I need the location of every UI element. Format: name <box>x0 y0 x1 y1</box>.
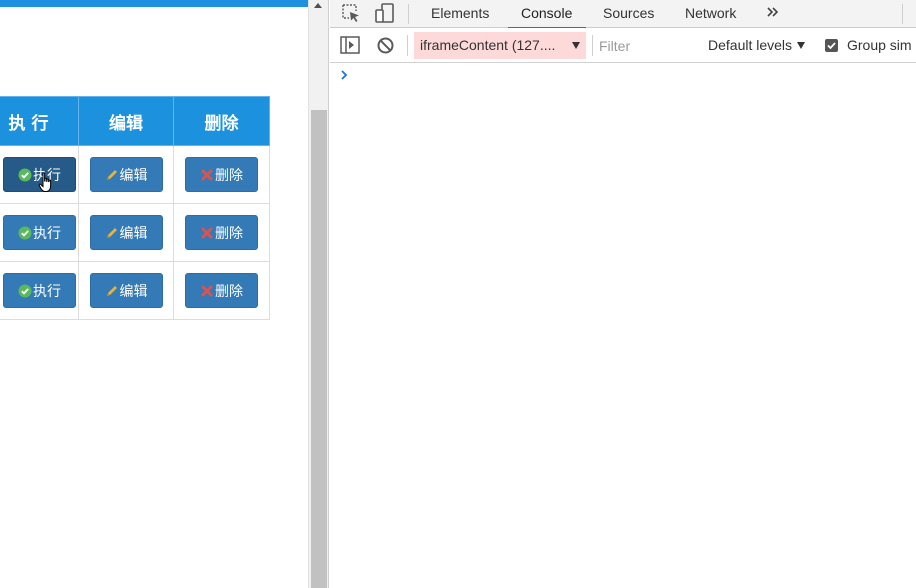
pencil-icon <box>106 227 117 238</box>
table-cell: 编辑 <box>78 261 174 320</box>
header-edit: 编辑 <box>78 96 174 146</box>
log-levels-label: Default levels <box>708 37 793 53</box>
pencil-icon <box>106 169 117 180</box>
table-cell: 执行 <box>0 145 79 204</box>
header-run: 执 行 <box>0 96 79 146</box>
delete-button[interactable]: 删除 <box>185 273 258 308</box>
table-cell: 删除 <box>173 261 270 320</box>
x-icon <box>201 227 213 238</box>
devtools-tab-bar: Elements Console Sources Network <box>330 0 916 29</box>
scrollbar-thumb[interactable] <box>311 110 327 588</box>
group-similar-toggle[interactable]: Group sim <box>825 28 912 63</box>
check-circle-icon <box>18 284 32 297</box>
page-top-bar <box>0 0 308 7</box>
devtools-panel: Elements Console Sources Network iframeC… <box>330 0 916 588</box>
device-toolbar-icon[interactable] <box>374 2 396 24</box>
tab-separator <box>408 4 409 24</box>
table-cell: 删除 <box>173 203 270 262</box>
group-similar-label: Group sim <box>847 37 912 53</box>
toolbar-separator <box>592 35 593 56</box>
edit-button[interactable]: 编辑 <box>89 215 163 250</box>
tab-network[interactable]: Network <box>685 0 736 28</box>
edit-button-label: 编辑 <box>119 167 148 184</box>
context-label: iframeContent (127.... <box>420 37 556 53</box>
run-button[interactable]: 执行 <box>3 157 76 192</box>
run-button-label: 执行 <box>33 225 61 242</box>
tab-separator <box>902 4 903 24</box>
table-cell: 编辑 <box>78 145 174 204</box>
table-row: 执行 编辑 删除 <box>0 203 270 262</box>
checkbox-checked-icon[interactable] <box>825 39 838 52</box>
table-row: 执行 编辑 删除 <box>0 261 270 320</box>
pencil-icon <box>106 285 117 296</box>
log-levels-dropdown[interactable]: Default levels <box>708 28 806 63</box>
check-circle-icon <box>18 168 32 181</box>
hand-cursor-icon <box>38 172 52 192</box>
sidebar-toggle-icon[interactable] <box>340 36 360 54</box>
table-cell: 执行 <box>0 203 79 262</box>
table-header-row: 执 行 编辑 删除 <box>0 96 270 146</box>
context-selector[interactable]: iframeContent (127.... <box>414 32 586 59</box>
edit-button[interactable]: 编辑 <box>89 273 163 308</box>
edit-button-label: 编辑 <box>119 225 148 242</box>
delete-button-label: 删除 <box>215 167 243 184</box>
delete-button-label: 删除 <box>215 225 243 242</box>
dropdown-arrow-icon <box>797 42 806 49</box>
console-toolbar: iframeContent (127.... Default levels Gr… <box>330 28 916 63</box>
inspect-element-icon[interactable] <box>341 3 361 23</box>
table-cell: 删除 <box>173 145 270 204</box>
run-button-label: 执行 <box>33 283 61 300</box>
table-cell: 执行 <box>0 261 79 320</box>
clear-console-icon[interactable] <box>377 37 394 54</box>
delete-button[interactable]: 删除 <box>185 157 258 192</box>
actions-table: 执 行 编辑 删除 执行 编辑 删除 执行 编辑 删除 执行 编辑 删除 <box>0 96 270 320</box>
delete-button-label: 删除 <box>215 283 243 300</box>
table-row: 执行 编辑 删除 <box>0 145 270 204</box>
run-button[interactable]: 执行 <box>3 215 76 250</box>
tab-sources[interactable]: Sources <box>603 0 654 28</box>
dropdown-arrow-icon <box>572 42 580 49</box>
tab-elements[interactable]: Elements <box>431 0 489 28</box>
more-tabs-chevron-icon[interactable] <box>766 6 780 18</box>
filter-input[interactable] <box>599 37 689 55</box>
page-content: 执 行 编辑 删除 执行 编辑 删除 执行 编辑 删除 执行 编辑 删除 <box>0 0 308 588</box>
edit-button[interactable]: 编辑 <box>89 157 163 192</box>
table-cell: 编辑 <box>78 203 174 262</box>
check-circle-icon <box>18 226 32 239</box>
run-button[interactable]: 执行 <box>3 273 76 308</box>
edit-button-label: 编辑 <box>119 283 148 300</box>
page-scrollbar[interactable] <box>308 0 329 588</box>
header-delete: 删除 <box>173 96 270 146</box>
x-icon <box>201 285 213 296</box>
x-icon <box>201 169 213 180</box>
tab-console[interactable]: Console <box>507 0 587 29</box>
toolbar-separator <box>407 35 408 56</box>
scroll-up-arrow-icon[interactable] <box>314 3 322 8</box>
delete-button[interactable]: 删除 <box>185 215 258 250</box>
console-prompt-chevron-icon[interactable] <box>340 68 350 82</box>
